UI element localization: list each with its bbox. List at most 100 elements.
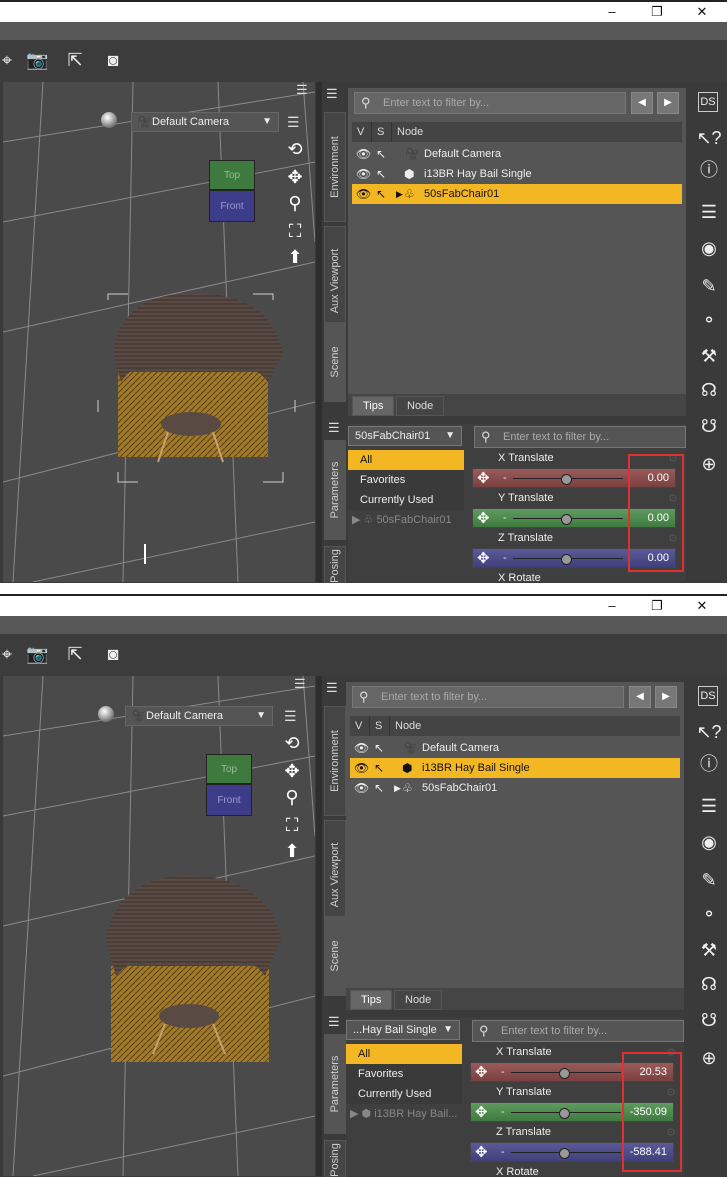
eye-icon[interactable]: 👁 — [354, 738, 370, 758]
pan-icon[interactable]: ✥ — [284, 166, 306, 188]
param-node-dropdown[interactable]: ...Hay Bail Single ▼ — [346, 1020, 460, 1040]
help-cursor-icon[interactable]: ↖? — [696, 720, 722, 744]
select-arrow-icon[interactable]: ↖ — [376, 144, 394, 164]
next-button[interactable]: ▶ — [657, 92, 679, 114]
view-cube[interactable]: Top Front — [209, 160, 255, 226]
tab-posing[interactable]: Posing — [324, 1140, 346, 1177]
move-icon[interactable]: ✥ — [477, 549, 490, 569]
viewport-sphere-icon[interactable] — [101, 112, 117, 128]
ds-logo-icon[interactable]: DS — [698, 92, 718, 112]
slider-knob[interactable] — [559, 1108, 570, 1119]
reset-view-icon[interactable]: ⬆ — [281, 840, 303, 862]
orbit-icon[interactable]: ⟲ — [284, 138, 306, 160]
figure-tool-icon[interactable]: ✎ — [696, 274, 722, 298]
tab-scene[interactable]: Scene — [324, 322, 346, 402]
pose-tool-icon[interactable]: ☊ — [696, 378, 722, 402]
tab-menu-icon[interactable]: ☰ — [326, 86, 338, 102]
col-node[interactable]: Node — [390, 716, 680, 736]
pan-icon[interactable]: ✥ — [281, 760, 303, 782]
joint-tool-icon[interactable]: ⚬ — [696, 308, 722, 332]
viewport-menu-icon[interactable]: ☰ — [287, 114, 300, 131]
tab-menu-icon[interactable]: ☰ — [328, 420, 340, 436]
move-icon[interactable]: ✥ — [477, 509, 490, 529]
move-icon[interactable]: ✥ — [477, 469, 490, 489]
move-icon[interactable]: ✥ — [475, 1063, 488, 1083]
help-cursor-icon[interactable]: ↖? — [696, 126, 722, 150]
param-group-currently-used[interactable]: Currently Used — [346, 1084, 462, 1104]
ds-logo-icon[interactable]: DS — [698, 686, 718, 706]
param-filter-input[interactable]: ⚲ Enter text to filter by... — [474, 426, 686, 448]
param-node-dropdown[interactable]: 50sFabChair01 ▼ — [348, 426, 462, 446]
node-select-tool-icon[interactable]: ⇱ — [64, 644, 86, 664]
render-camera-icon[interactable]: ◙ — [102, 644, 124, 664]
close-button[interactable]: ✕ — [690, 598, 714, 614]
viewport-menu-icon[interactable]: ☰ — [284, 708, 297, 725]
select-arrow-icon[interactable]: ↖ — [374, 738, 392, 758]
scene-node-row[interactable]: 👁 ↖ 🎥 Default Camera — [350, 738, 680, 758]
eye-icon[interactable]: 👁 — [356, 184, 372, 204]
eye-icon[interactable]: 👁 — [354, 758, 370, 778]
tab-parameters[interactable]: Parameters — [324, 440, 346, 540]
slider-knob[interactable] — [561, 514, 572, 525]
scene-node-row-selected[interactable]: 👁 ↖ ▶ ♧ 50sFabChair01 — [352, 184, 682, 204]
camera-dropdown[interactable]: 🎥 Default Camera ▼ — [125, 706, 273, 726]
tab-aux-viewport[interactable]: Aux Viewport — [324, 820, 346, 930]
tab-tips[interactable]: Tips — [352, 396, 395, 416]
tab-environment[interactable]: Environment — [324, 706, 346, 816]
tab-posing[interactable]: Posing — [324, 546, 346, 583]
3d-viewport[interactable]: 🎥 Default Camera ▼ ☰ Top Front ⟲ ✥ ⚲ ⛶ ⬆ — [3, 676, 315, 1176]
reset-view-icon[interactable]: ⬆ — [284, 246, 306, 268]
zoom-icon[interactable]: ⚲ — [281, 786, 303, 808]
col-visible[interactable]: V — [352, 122, 372, 142]
tab-aux-viewport[interactable]: Aux Viewport — [324, 226, 346, 336]
panel-icon[interactable]: ☰ — [696, 794, 722, 818]
scene-node-row[interactable]: 👁 ↖ ⬢ i13BR Hay Bail Single — [352, 164, 682, 184]
joint-tool-icon[interactable]: ⚬ — [696, 902, 722, 926]
eye-icon[interactable]: 👁 — [356, 164, 372, 184]
select-arrow-icon[interactable]: ↖ — [374, 758, 392, 778]
measure-tool-icon[interactable]: ⚒ — [696, 344, 722, 368]
view-cube-front[interactable]: Front — [206, 784, 252, 816]
help-icon[interactable]: ⓘ — [696, 752, 722, 776]
pose-tool-2-icon[interactable]: ☋ — [696, 414, 722, 438]
scene-node-row[interactable]: 👁 ↖ ▶ ♧ 50sFabChair01 — [350, 778, 680, 798]
minimize-button[interactable]: – — [600, 598, 624, 613]
zoom-icon[interactable]: ⚲ — [284, 192, 306, 214]
tab-menu-icon[interactable]: ☰ — [326, 680, 338, 696]
help-icon[interactable]: ⓘ — [696, 158, 722, 182]
select-arrow-icon[interactable]: ↖ — [376, 164, 394, 184]
param-group-favorites[interactable]: Favorites — [346, 1064, 462, 1084]
scene-filter-input[interactable]: ⚲ Enter text to filter by... — [352, 686, 624, 708]
tab-environment[interactable]: Environment — [324, 112, 346, 222]
slider-knob[interactable] — [561, 554, 572, 565]
scene-filter-input[interactable]: ⚲ Enter text to filter by... — [354, 92, 626, 114]
param-group-all[interactable]: All — [346, 1044, 462, 1064]
camera-tool-icon[interactable]: 📷 — [26, 644, 48, 664]
scene-node-row-selected[interactable]: 👁 ↖ ⬢ i13BR Hay Bail Single — [350, 758, 680, 778]
pose-tool-icon[interactable]: ☊ — [696, 972, 722, 996]
frame-icon[interactable]: ⛶ — [284, 220, 306, 242]
move-icon[interactable]: ✥ — [475, 1143, 488, 1163]
param-group-all[interactable]: All — [348, 450, 464, 470]
view-cube-top[interactable]: Top — [206, 754, 252, 784]
panel-icon[interactable]: ☰ — [696, 200, 722, 224]
tab-parameters[interactable]: Parameters — [324, 1034, 346, 1134]
prev-button[interactable]: ◀ — [631, 92, 653, 114]
param-tree-node[interactable]: ▶ ♧ 50sFabChair01 — [348, 510, 464, 530]
viewport-sphere-icon[interactable] — [98, 706, 114, 722]
col-selectable[interactable]: S — [370, 716, 390, 736]
param-group-favorites[interactable]: Favorites — [348, 470, 464, 490]
view-cube-front[interactable]: Front — [209, 190, 255, 222]
node-select-tool-icon[interactable]: ⇱ — [64, 50, 86, 70]
view-cube-top[interactable]: Top — [209, 160, 255, 190]
prev-button[interactable]: ◀ — [629, 686, 651, 708]
frame-icon[interactable]: ⛶ — [281, 814, 303, 836]
eye-icon[interactable]: 👁 — [356, 144, 372, 164]
maximize-button[interactable]: ❐ — [645, 4, 669, 20]
pose-tool-2-icon[interactable]: ☋ — [696, 1008, 722, 1032]
param-group-currently-used[interactable]: Currently Used — [348, 490, 464, 510]
scene-node-row[interactable]: 👁 ↖ 🎥 Default Camera — [352, 144, 682, 164]
figure-tool-icon[interactable]: ✎ — [696, 868, 722, 892]
tab-scene[interactable]: Scene — [324, 916, 346, 996]
view-cube[interactable]: Top Front — [206, 754, 252, 820]
